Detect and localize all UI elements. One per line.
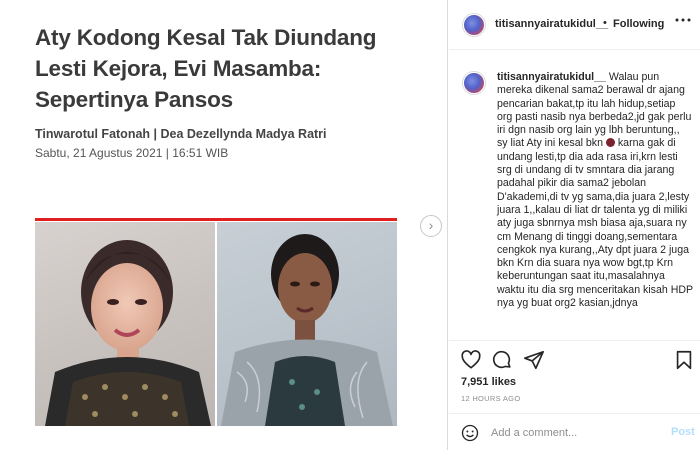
post-header: titisannyairatukidul__ • Following bbox=[449, 0, 700, 50]
post-side-panel: titisannyairatukidul__ • Following titis… bbox=[449, 0, 700, 450]
post-button[interactable]: Post bbox=[671, 426, 695, 438]
article-date: Sabtu, 21 Agustus 2021 | 16:51 WIB bbox=[35, 146, 229, 160]
emoji-smile-icon[interactable] bbox=[461, 424, 479, 442]
caption-username[interactable]: titisannyairatukidul__ bbox=[497, 71, 606, 83]
emoji-icon bbox=[605, 138, 615, 148]
avatar[interactable] bbox=[463, 14, 485, 36]
news-article-screenshot: Aty Kodong Kesal Tak Diundang Lesti Kejo… bbox=[35, 22, 405, 160]
bookmark-icon[interactable] bbox=[673, 349, 695, 371]
caption-area: titisannyairatukidul__ Walau pun mereka … bbox=[449, 52, 700, 339]
comment-icon[interactable] bbox=[491, 349, 513, 371]
comment-input[interactable] bbox=[491, 423, 661, 443]
chevron-right-icon: › bbox=[428, 217, 434, 233]
following-button[interactable]: Following bbox=[613, 18, 664, 30]
instagram-post: Aty Kodong Kesal Tak Diundang Lesti Kejo… bbox=[0, 0, 700, 450]
caption-avatar[interactable] bbox=[463, 72, 485, 94]
separator-dot: • bbox=[603, 17, 607, 29]
article-authors: Tinwarotul Fatonah | Dea Dezellynda Mady… bbox=[35, 127, 327, 141]
post-actions: 7,951 likes 12 HOURS AGO bbox=[449, 340, 700, 410]
post-timestamp[interactable]: 12 HOURS AGO bbox=[461, 394, 520, 403]
article-headline: Aty Kodong Kesal Tak Diundang Lesti Kejo… bbox=[35, 25, 377, 112]
caption-text: titisannyairatukidul__ Walau pun mereka … bbox=[497, 71, 693, 310]
more-horizontal-icon[interactable] bbox=[675, 12, 691, 32]
heart-icon[interactable] bbox=[460, 349, 482, 371]
article-photo-left bbox=[35, 222, 215, 426]
share-icon[interactable] bbox=[523, 349, 545, 371]
add-comment-bar: Post bbox=[449, 413, 700, 450]
carousel-next-button[interactable]: › bbox=[420, 215, 442, 237]
header-username[interactable]: titisannyairatukidul__ bbox=[495, 18, 608, 30]
caption-text-part-2: karna gak di undang lesti,tp dia ada ras… bbox=[497, 137, 693, 310]
post-media[interactable]: Aty Kodong Kesal Tak Diundang Lesti Kejo… bbox=[0, 0, 448, 450]
article-accent-line bbox=[35, 218, 397, 221]
likes-count[interactable]: 7,951 likes bbox=[461, 376, 516, 388]
article-photo-right bbox=[217, 222, 397, 426]
